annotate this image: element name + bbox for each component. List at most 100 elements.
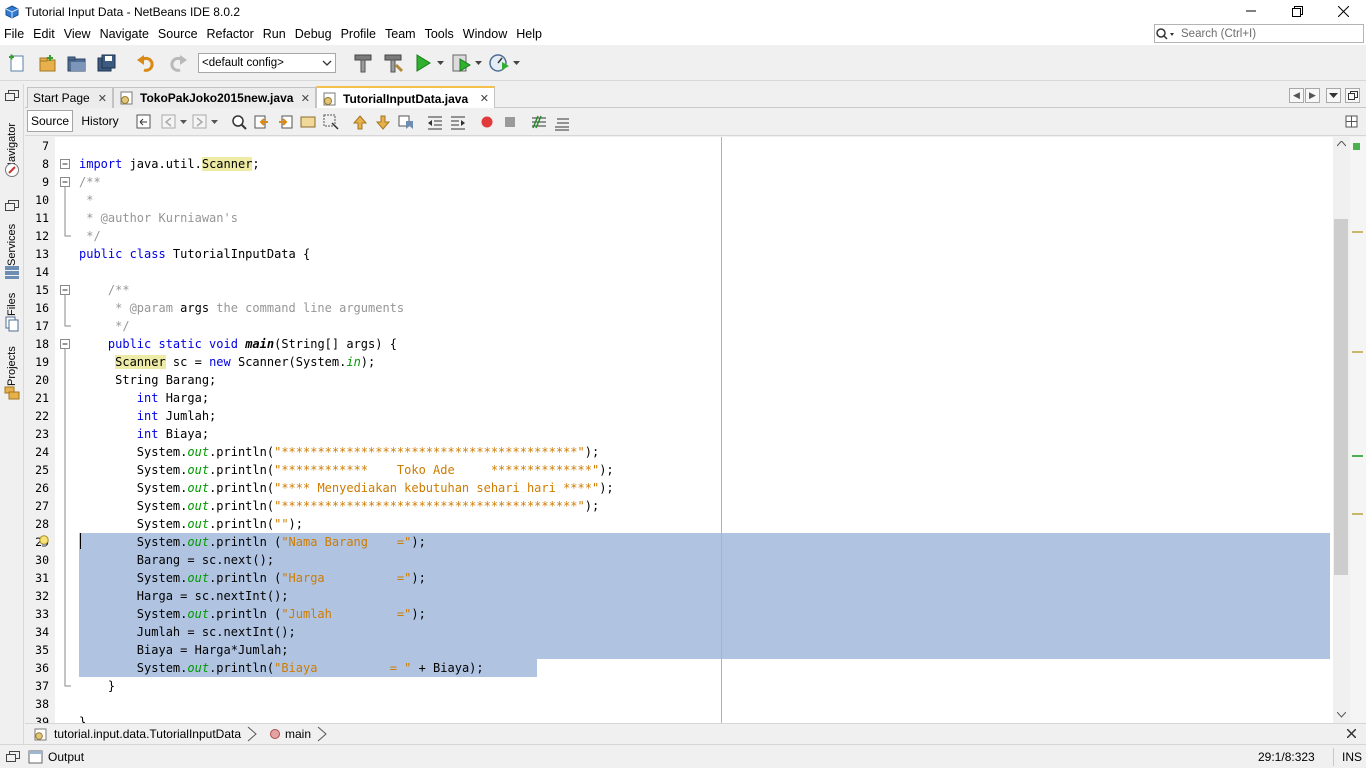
window-restore-icon-3[interactable] [5, 90, 19, 102]
menu-team[interactable]: Team [381, 24, 421, 45]
toggle-bookmark-icon[interactable] [397, 113, 415, 131]
lightbulb-hint-icon[interactable] [38, 535, 50, 548]
back-icon[interactable] [160, 113, 178, 131]
minimize-button[interactable] [1228, 0, 1274, 22]
line-number: 15 [35, 283, 49, 297]
uncomment-icon[interactable] [553, 113, 571, 131]
redo-button[interactable] [164, 50, 190, 76]
menu-debug[interactable]: Debug [291, 24, 337, 45]
line-number: 24 [35, 445, 49, 459]
window-restore-icon-4[interactable] [6, 751, 20, 763]
source-view-button[interactable]: Source [27, 110, 73, 132]
previous-bookmark-icon[interactable] [351, 113, 369, 131]
build-button[interactable] [350, 50, 376, 76]
menu-edit[interactable]: Edit [29, 24, 60, 45]
annotation-mark[interactable] [1352, 513, 1363, 515]
search-placeholder: Search (Ctrl+I) [1181, 27, 1257, 40]
line-number: 21 [35, 391, 49, 405]
debug-dropdown[interactable] [474, 50, 482, 76]
maximize-button[interactable] [1274, 0, 1320, 22]
menu-run[interactable]: Run [259, 24, 291, 45]
code-line: * [79, 193, 94, 207]
annotation-mark[interactable] [1352, 455, 1363, 457]
annotation-mark[interactable] [1352, 351, 1363, 353]
config-dropdown[interactable]: <default config> [198, 53, 336, 73]
toggle-rectangular-selection-icon[interactable] [322, 113, 340, 131]
maximize-editor-button[interactable] [1345, 88, 1360, 103]
debug-button[interactable] [448, 50, 474, 76]
vertical-scrollbar[interactable] [1333, 137, 1350, 723]
netbeans-logo-icon [5, 5, 19, 19]
shift-left-icon[interactable] [426, 113, 444, 131]
status-divider [1333, 748, 1334, 766]
code-text-area[interactable]: import java.util.Scanner; /** * * @autho… [79, 137, 1334, 723]
split-editor-icon[interactable] [1343, 113, 1361, 131]
toggle-highlight-icon[interactable] [299, 113, 317, 131]
start-macro-recording-icon[interactable] [478, 113, 496, 131]
breadcrumb-method[interactable]: main [285, 727, 311, 741]
close-icon[interactable] [1347, 729, 1356, 738]
find-previous-icon[interactable] [253, 113, 271, 131]
find-icon[interactable] [230, 113, 248, 131]
comment-icon[interactable] [530, 113, 548, 131]
menu-help[interactable]: Help [512, 24, 547, 45]
window-restore-icon-2[interactable] [5, 200, 19, 212]
services-icon [5, 266, 19, 279]
annotation-mark[interactable] [1352, 231, 1363, 233]
undo-button[interactable] [134, 50, 160, 76]
run-dropdown[interactable] [436, 50, 444, 76]
search-input[interactable]: Search (Ctrl+I) [1154, 24, 1364, 43]
menu-source[interactable]: Source [154, 24, 203, 45]
scroll-up-icon[interactable] [1337, 141, 1346, 147]
close-tab-icon[interactable]: ✕ [480, 92, 489, 105]
new-project-button[interactable] [34, 50, 60, 76]
scrollbar-thumb[interactable] [1334, 219, 1348, 575]
error-stripe[interactable] [1350, 137, 1366, 723]
show-opened-documents-button[interactable] [1326, 88, 1341, 103]
shift-right-icon[interactable] [449, 113, 467, 131]
open-project-button[interactable] [64, 50, 90, 76]
menu-file[interactable]: File [0, 24, 29, 45]
new-file-button[interactable] [4, 50, 30, 76]
save-all-button[interactable] [94, 50, 120, 76]
files-tab[interactable]: Files [3, 288, 21, 316]
line-number: 26 [35, 481, 49, 495]
line-number: 27 [35, 499, 49, 513]
find-next-icon[interactable] [276, 113, 294, 131]
close-tab-icon[interactable]: ✕ [301, 92, 310, 105]
scroll-tabs-right-button[interactable]: ▶ [1305, 88, 1320, 103]
dropdown-arrow-icon[interactable] [211, 120, 218, 125]
line-number: 14 [35, 265, 49, 279]
dropdown-arrow-icon[interactable] [180, 120, 187, 125]
tab-tutorialinputdata[interactable]: TutorialInputData.java ✕ [316, 86, 495, 109]
close-tab-icon[interactable]: ✕ [98, 92, 107, 105]
scroll-tabs-left-button[interactable]: ◀ [1289, 88, 1304, 103]
run-button[interactable] [410, 50, 436, 76]
menu-profile[interactable]: Profile [337, 24, 381, 45]
side-panel: Navigator Services Files Projects [0, 84, 24, 744]
profile-dropdown[interactable] [512, 50, 520, 76]
breadcrumb-class[interactable]: tutorial.input.data.TutorialInputData [54, 727, 241, 741]
clean-build-button[interactable] [380, 50, 406, 76]
menu-navigate[interactable]: Navigate [96, 24, 154, 45]
menu-window[interactable]: Window [459, 24, 512, 45]
next-bookmark-icon[interactable] [374, 113, 392, 131]
navigator-tab[interactable]: Navigator [3, 110, 21, 170]
tab-tokopakjoko[interactable]: TokoPakJoko2015new.java ✕ [113, 87, 316, 108]
close-window-button[interactable] [1320, 0, 1366, 22]
scroll-down-icon[interactable] [1337, 712, 1346, 718]
save-all-icon [97, 54, 116, 72]
menu-refactor[interactable]: Refactor [203, 24, 259, 45]
history-view-button[interactable]: History [75, 110, 125, 132]
forward-icon[interactable] [191, 113, 209, 131]
menu-view[interactable]: View [60, 24, 96, 45]
profile-button[interactable] [486, 50, 512, 76]
output-tab[interactable]: Output [28, 748, 84, 766]
services-tab[interactable]: Services [3, 220, 21, 266]
code-editor[interactable]: 7 8 9 10 11 12 13 14 15 16 17 18 19 20 2… [25, 137, 1366, 723]
tab-start-page[interactable]: Start Page ✕ [27, 87, 113, 108]
stop-macro-recording-icon[interactable] [501, 113, 519, 131]
menu-tools[interactable]: Tools [421, 24, 459, 45]
projects-tab[interactable]: Projects [3, 340, 21, 386]
last-edit-icon[interactable] [135, 113, 153, 131]
